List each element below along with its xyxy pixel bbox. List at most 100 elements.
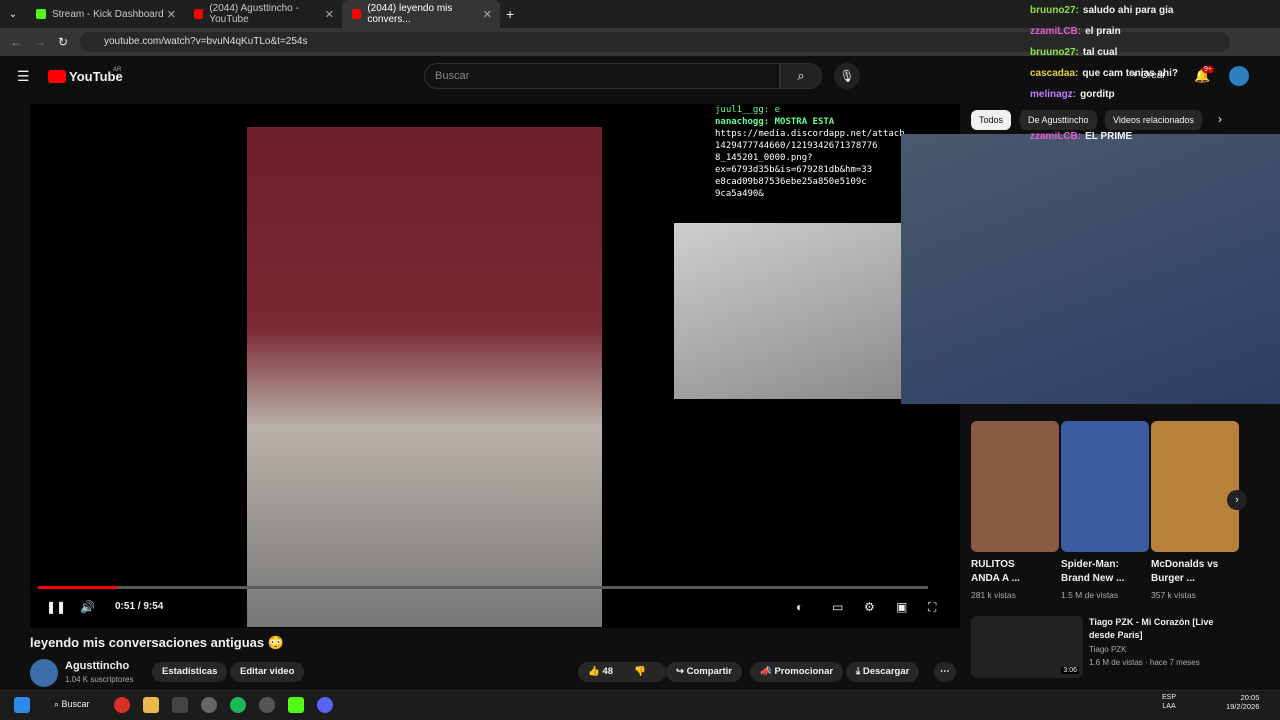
- thumbs-up-icon: 👍: [588, 666, 603, 677]
- fullscreen-icon[interactable]: ⛶: [928, 600, 936, 615]
- kick-icon[interactable]: [288, 697, 304, 713]
- rec-thumbnail[interactable]: [1061, 421, 1149, 552]
- youtube-logo-icon[interactable]: [48, 70, 66, 83]
- theater-mode-icon[interactable]: ▣: [896, 600, 907, 614]
- youtube-icon: [352, 9, 362, 19]
- search-button[interactable]: ⌕: [780, 63, 822, 89]
- search-icon: ⌕: [54, 699, 62, 709]
- chat-text: tal cual: [1082, 47, 1118, 58]
- webcam-feed-secondary: [674, 223, 901, 399]
- overlay-line: 9ca5a490&: [715, 189, 764, 199]
- autoplay-toggle[interactable]: ◐: [796, 600, 803, 614]
- search-icon: ⌕: [797, 68, 805, 83]
- rec-views: 281 k vistas: [971, 590, 1016, 600]
- new-tab-button[interactable]: +: [506, 6, 514, 22]
- progress-fill: [38, 586, 118, 589]
- tab-youtube-channel[interactable]: (2044) Agusttincho - YouTube ✕: [184, 0, 342, 28]
- windows-start-icon[interactable]: [14, 697, 30, 713]
- thumbs-down-icon: 👎: [634, 666, 646, 677]
- chat-username: bruuno27:: [1030, 5, 1079, 16]
- chat-text: EL PRIME: [1085, 131, 1133, 142]
- edit-video-button[interactable]: Editar video: [230, 662, 305, 682]
- chat-username: bruuno27:: [1030, 47, 1079, 58]
- taskbar-search[interactable]: ⌕ Buscar: [54, 699, 90, 710]
- rec-list-meta: 1.6 M de vistas · hace 7 meses: [1089, 658, 1200, 667]
- steam-icon[interactable]: [259, 697, 275, 713]
- chat-message: zzamiLCB: el prain: [1030, 21, 1280, 42]
- pause-button[interactable]: ❚❚: [46, 600, 66, 614]
- chat-message: melinagz: gorditp: [1030, 84, 1280, 105]
- chat-message: bruuno27: saludo ahi para gia: [1030, 0, 1280, 21]
- forward-icon[interactable]: →: [34, 35, 46, 49]
- overlay-line: 1429477744660/1219342671378776: [715, 141, 878, 151]
- chatgpt-icon[interactable]: [201, 697, 217, 713]
- tab-list-icon[interactable]: ⌄: [0, 9, 26, 20]
- chat-username: zzamiLCB:: [1030, 131, 1082, 142]
- rec-thumbnail[interactable]: [1151, 421, 1239, 552]
- chip-related[interactable]: Videos relacionados: [1105, 110, 1202, 130]
- close-icon[interactable]: ✕: [483, 8, 492, 21]
- rec-views: 357 k vistas: [1151, 590, 1196, 600]
- duration-badge: 3:06: [1061, 667, 1079, 674]
- obs-icon[interactable]: [172, 697, 188, 713]
- youtube-icon: [194, 9, 204, 19]
- channel-name[interactable]: Agusttincho: [65, 660, 129, 672]
- webcam-feed-streamer: [901, 134, 1280, 404]
- chip-from-channel[interactable]: De Agusttincho: [1020, 110, 1097, 130]
- rec-title[interactable]: McDonalds vs Burger ...: [1151, 558, 1221, 586]
- rec-list-thumbnail[interactable]: 3:06: [971, 616, 1083, 678]
- spotify-icon[interactable]: [230, 697, 246, 713]
- subscriber-count: 1.04 K suscriptores: [65, 675, 134, 684]
- close-icon[interactable]: ✕: [325, 8, 334, 21]
- chat-message: cascadaa: que cam tenias ahi?: [1030, 63, 1280, 84]
- chip-all[interactable]: Todos: [971, 110, 1012, 130]
- share-button[interactable]: ↪ Compartir: [666, 662, 743, 682]
- carousel-next-icon[interactable]: ›: [1227, 490, 1247, 510]
- menu-icon[interactable]: ☰: [17, 68, 30, 85]
- channel-avatar[interactable]: [30, 659, 58, 687]
- language-indicator[interactable]: ESP LAA: [1162, 693, 1176, 711]
- like-button[interactable]: 👍 48 👎: [578, 662, 666, 682]
- settings-icon[interactable]: ⚙: [864, 600, 875, 614]
- overlay-line: nanachogg: MOSTRA ESTA: [715, 117, 835, 127]
- search-input[interactable]: Buscar: [424, 63, 780, 89]
- back-icon[interactable]: ←: [10, 35, 22, 49]
- voice-search-button[interactable]: 🎙: [834, 63, 860, 89]
- more-actions-button[interactable]: ⋯: [934, 662, 956, 682]
- download-icon: ⤓: [856, 666, 863, 677]
- rec-thumbnail[interactable]: [971, 421, 1059, 552]
- progress-bar[interactable]: [38, 586, 928, 589]
- tab-youtube-video[interactable]: (2044) leyendo mis convers... ✕: [342, 0, 500, 28]
- mic-icon: 🎙: [839, 69, 855, 83]
- folder-icon[interactable]: [143, 697, 159, 713]
- rec-title[interactable]: Spider-Man: Brand New ...: [1061, 558, 1131, 586]
- volume-icon[interactable]: 🔊: [80, 600, 95, 614]
- video-title: leyendo mis conversaciones antiguas 😳: [30, 635, 284, 650]
- megaphone-icon: 📣: [760, 666, 775, 677]
- rec-views: 1.5 M de vistas: [1061, 590, 1119, 600]
- reload-icon[interactable]: ↻: [58, 35, 68, 49]
- overlay-line: https://media.discordapp.net/attach: [715, 129, 905, 139]
- rec-list-channel: Tiago PZK: [1089, 645, 1127, 654]
- chevron-right-icon[interactable]: ›: [1218, 112, 1222, 126]
- region-label: AR: [113, 67, 122, 73]
- stats-button[interactable]: Estadísticas: [152, 662, 228, 682]
- chat-text: saludo ahi para gia: [1082, 5, 1174, 16]
- chat-username: melinagz:: [1030, 89, 1077, 100]
- discord-icon[interactable]: [317, 697, 333, 713]
- chat-username: zzamiLCB:: [1030, 26, 1082, 37]
- windows-taskbar: [0, 690, 1280, 720]
- rec-title[interactable]: RULITOS ANDA A ...: [971, 558, 1041, 586]
- subtitles-icon[interactable]: ▭: [832, 600, 843, 614]
- tab-kick[interactable]: Stream - Kick Dashboard ✕: [26, 0, 184, 28]
- rec-list-title[interactable]: Tiago PZK - Mi Corazón [Live desde Paris…: [1089, 616, 1219, 642]
- time-display: 0:51 / 9:54: [115, 601, 164, 612]
- download-button[interactable]: ⤓ Descargar: [846, 662, 920, 682]
- overlay-line: ex=6793d35b&is=679281db&hm=33: [715, 165, 873, 175]
- chat-text: el prain: [1085, 26, 1121, 37]
- promote-button[interactable]: 📣 Promocionar: [750, 662, 844, 682]
- clock[interactable]: 20:05 19/2/2026: [1226, 693, 1259, 711]
- chrome-icon[interactable]: [114, 697, 130, 713]
- chat-username: cascadaa:: [1030, 68, 1079, 79]
- close-icon[interactable]: ✕: [167, 8, 176, 21]
